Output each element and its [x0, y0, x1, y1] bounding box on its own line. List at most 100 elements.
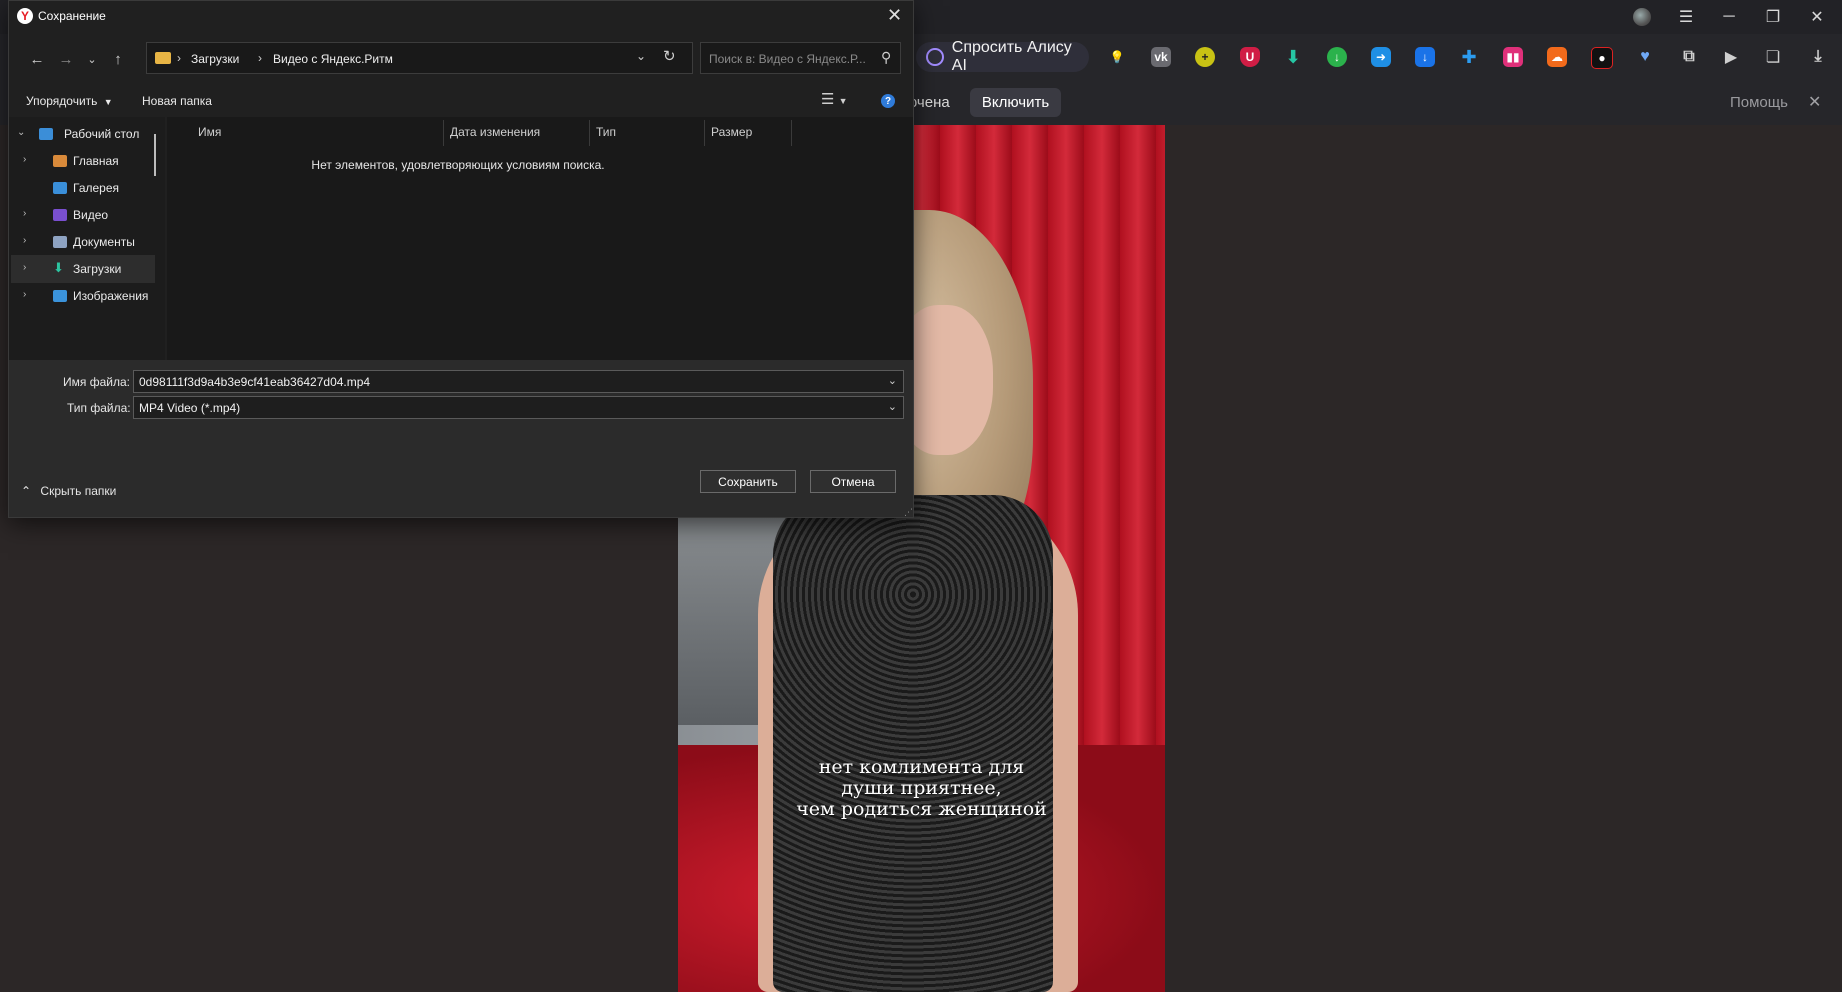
- filetype-select[interactable]: MP4 Video (*.mp4) ⌄: [133, 396, 904, 419]
- empty-list-message: Нет элементов, удовлетворяющих условиям …: [311, 158, 605, 172]
- plus-coin-icon[interactable]: +: [1195, 47, 1215, 67]
- soundbars-icon[interactable]: ▮▮: [1503, 47, 1523, 67]
- new-folder-button[interactable]: Новая папка: [142, 94, 212, 108]
- collapsed-chevron-icon[interactable]: ›: [23, 235, 26, 246]
- video-caption: нет комлимента для души приятнее, чем ро…: [678, 757, 1165, 820]
- documents-icon: [53, 236, 67, 248]
- video-person-dress: [773, 495, 1053, 992]
- nav-scrollbar[interactable]: [154, 134, 156, 176]
- collapsed-chevron-icon[interactable]: ›: [23, 289, 26, 300]
- help-icon[interactable]: ?: [881, 94, 895, 108]
- soundcloud-icon[interactable]: ☁: [1547, 47, 1567, 67]
- download-icon[interactable]: ⬇: [1283, 47, 1303, 67]
- collapsed-chevron-icon[interactable]: ›: [23, 262, 26, 273]
- organize-label: Упорядочить: [26, 94, 98, 108]
- organize-button[interactable]: Упорядочить ▼: [26, 94, 113, 108]
- collections-icon[interactable]: ❏: [1763, 47, 1783, 67]
- video-folder-icon: [53, 209, 67, 221]
- search-icon: ⚲: [881, 49, 892, 65]
- view-options-icon[interactable]: ☰ ▼: [821, 90, 848, 108]
- infobar-close-icon[interactable]: ✕: [1808, 92, 1821, 112]
- nav-item-gallery[interactable]: Галерея: [11, 174, 155, 202]
- file-list[interactable]: Имя Дата изменения Тип Размер Нет элемен…: [167, 117, 913, 360]
- filename-field[interactable]: 0d98111f3d9a4b3e9cf41eab36427d04.mp4 ⌄: [133, 370, 904, 393]
- downloads-tray-icon[interactable]: ⤓: [1808, 47, 1828, 67]
- puzzle-icon[interactable]: ✚: [1459, 47, 1479, 67]
- expanded-chevron-icon[interactable]: ⌄: [17, 127, 25, 138]
- navigation-pane: ⌄ Рабочий стол › Главная Галерея › Видео…: [9, 117, 165, 360]
- column-header-date[interactable]: Дата изменения: [450, 125, 540, 139]
- gallery-icon: [53, 182, 67, 194]
- address-dropdown-icon[interactable]: ⌄: [636, 49, 646, 63]
- filetype-label: Тип файла:: [67, 401, 131, 415]
- nav-item-images[interactable]: › Изображения: [11, 282, 155, 310]
- arrow-right-icon[interactable]: ➜: [1371, 47, 1391, 67]
- nav-item-documents[interactable]: › Документы: [11, 228, 155, 256]
- video-icon[interactable]: ▶: [1721, 47, 1741, 67]
- extensions-icon[interactable]: ⧉: [1679, 47, 1699, 67]
- profile-avatar[interactable]: [1633, 8, 1651, 26]
- restore-icon[interactable]: ❐: [1754, 4, 1792, 30]
- chevron-down-icon[interactable]: ⌄: [888, 400, 897, 413]
- yandex-browser-icon: Y: [17, 8, 33, 24]
- resize-grip-icon[interactable]: ⋰: [904, 507, 913, 518]
- chevron-down-icon[interactable]: ⌄: [888, 374, 897, 387]
- filename-label: Имя файла:: [63, 375, 130, 389]
- cancel-button[interactable]: Отмена: [810, 470, 896, 493]
- breadcrumb-chevron-icon[interactable]: ›: [258, 51, 262, 65]
- alice-ring-icon: [926, 48, 944, 66]
- column-divider[interactable]: [589, 120, 590, 146]
- screen-recorder-icon[interactable]: ●: [1591, 47, 1613, 69]
- menu-icon[interactable]: ☰: [1667, 4, 1705, 30]
- nav-item-label: Загрузки: [73, 262, 122, 276]
- save-button[interactable]: Сохранить: [700, 470, 796, 493]
- collapsed-chevron-icon[interactable]: ›: [23, 208, 26, 219]
- heart-plus-icon[interactable]: ♥: [1635, 47, 1655, 67]
- ask-alice-button[interactable]: Спросить Алису AI: [916, 39, 1089, 74]
- images-icon: [53, 290, 67, 302]
- nav-item-label: Изображения: [73, 289, 149, 303]
- search-input[interactable]: Поиск в: Видео с Яндекс.Р... ⚲: [700, 42, 901, 74]
- minimize-icon[interactable]: ─: [1710, 4, 1748, 30]
- folder-icon: [155, 52, 171, 64]
- help-link[interactable]: Помощь: [1730, 94, 1788, 111]
- column-divider[interactable]: [791, 120, 792, 146]
- filetype-value: MP4 Video (*.mp4): [139, 401, 241, 415]
- column-divider[interactable]: [704, 120, 705, 146]
- recent-locations-chevron-icon[interactable]: ⌄: [81, 48, 103, 70]
- vk-icon[interactable]: vk: [1151, 47, 1171, 67]
- hide-folders-button[interactable]: ⌃ Скрыть папки: [21, 484, 116, 498]
- refresh-icon[interactable]: ↻: [663, 47, 676, 65]
- downloads-icon: ⬇: [53, 260, 64, 275]
- breadcrumb-current-folder[interactable]: Видео с Яндекс.Ритм: [273, 52, 393, 66]
- ublock-icon[interactable]: U: [1240, 47, 1260, 67]
- breadcrumb-downloads[interactable]: Загрузки: [191, 52, 239, 66]
- nav-item-label: Рабочий стол: [64, 127, 140, 141]
- nav-item-home[interactable]: › Главная: [11, 147, 155, 175]
- close-window-icon[interactable]: ✕: [1798, 4, 1836, 30]
- column-divider[interactable]: [443, 120, 444, 146]
- forward-arrow-icon[interactable]: →: [55, 48, 77, 70]
- column-header-size[interactable]: Размер: [711, 125, 752, 139]
- dialog-close-icon[interactable]: ✕: [887, 5, 902, 26]
- dialog-titlebar[interactable]: Y Сохранение ✕: [9, 1, 913, 33]
- column-header-name[interactable]: Имя: [198, 125, 221, 139]
- column-header-type[interactable]: Тип: [596, 125, 616, 139]
- nav-item-video[interactable]: › Видео: [11, 201, 155, 229]
- desktop-icon: [39, 128, 53, 140]
- nav-item-label: Видео: [73, 208, 109, 222]
- up-arrow-icon[interactable]: ↑: [107, 48, 129, 70]
- nav-item-downloads[interactable]: › ⬇ Загрузки: [11, 255, 155, 283]
- address-bar[interactable]: › Загрузки › Видео с Яндекс.Ритм ⌄ ↻: [146, 42, 693, 74]
- collapsed-chevron-icon[interactable]: ›: [23, 154, 26, 165]
- back-arrow-icon[interactable]: ←: [26, 48, 48, 70]
- nav-item-desktop[interactable]: ⌄ Рабочий стол: [11, 120, 155, 148]
- lightbulb-icon[interactable]: 💡: [1107, 47, 1127, 67]
- green-download-icon[interactable]: ↓: [1327, 47, 1347, 67]
- enable-button[interactable]: Включить: [970, 88, 1061, 117]
- video-caption-line: чем родиться женщиной: [796, 798, 1047, 820]
- nav-item-label: Галерея: [73, 181, 120, 195]
- breadcrumb-chevron-icon[interactable]: ›: [177, 51, 181, 65]
- blue-download-icon[interactable]: ↓: [1415, 47, 1435, 67]
- video-caption-line: души приятнее,: [841, 777, 1002, 799]
